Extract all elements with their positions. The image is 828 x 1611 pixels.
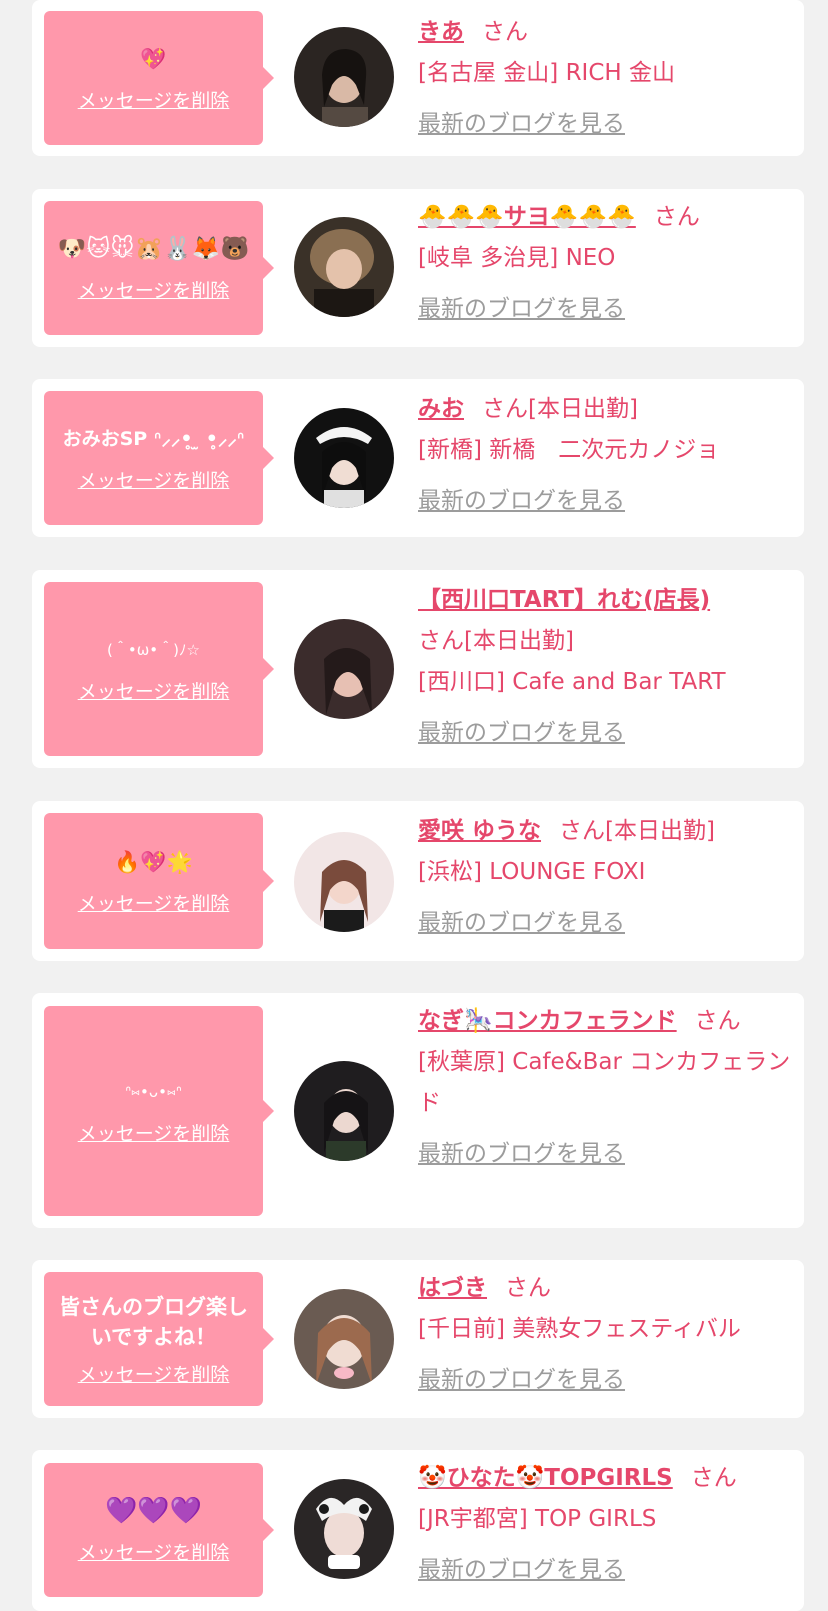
latest-blog-link[interactable]: 最新のブログを見る <box>418 289 625 330</box>
cast-name-link[interactable]: なぎ🎠コンカフェランド <box>418 1008 677 1034</box>
latest-blog-link[interactable]: 最新のブログを見る <box>418 1134 625 1175</box>
name-line: 愛咲 ゆうな さん[本日出勤] <box>418 811 792 852</box>
shop-name: [岐阜 多治見] NEO <box>418 245 616 271</box>
cast-name-link[interactable]: はづき <box>418 1275 487 1301</box>
message-bubble: おみおSP ᐢ⸝⸝•̥ ̫ •̥⸝⸝ᐢ メッセージを削除 <box>44 391 274 525</box>
girl-photo-avatar <box>294 1061 394 1161</box>
name-line: なぎ🎠コンカフェランド さん <box>418 1001 792 1042</box>
message-list: 💖 メッセージを削除 きあ さん [名古屋 金山] RICH 金山 最新のブログを… <box>0 0 828 1611</box>
delete-message-link[interactable]: メッセージを削除 <box>78 466 230 493</box>
avatar[interactable] <box>294 1289 394 1389</box>
delete-message-link[interactable]: メッセージを削除 <box>78 86 230 113</box>
avatar[interactable] <box>294 619 394 719</box>
name-suffix: さん[本日出勤] <box>482 396 638 422</box>
message-card: 💖 メッセージを削除 きあ さん [名古屋 金山] RICH 金山 最新のブログを… <box>32 0 804 156</box>
avatar[interactable] <box>294 408 394 508</box>
girl-photo-avatar <box>294 217 394 317</box>
name-suffix: さん[本日出勤] <box>559 818 715 844</box>
girl-photo-avatar <box>294 27 394 127</box>
name-line: きあ さん <box>418 12 792 53</box>
message-text: 🔥💖🌟 <box>114 849 193 874</box>
cast-info: 🤡ひなた🤡TOPGIRLS さん [JR宇都宮] TOP GIRLS 最新のブログ… <box>418 1458 792 1591</box>
message-card: 🐶🐱🐭🐹🐰🦊🐻 メッセージを削除 🐣🐣🐣サヨ🐣🐣🐣 さん [岐阜 多治見] NEO… <box>32 189 804 347</box>
cast-info: はづき さん [千日前] 美熟女フェスティバル 最新のブログを見る <box>418 1268 792 1401</box>
delete-message-link[interactable]: メッセージを削除 <box>78 677 230 704</box>
shop-name: [千日前] 美熟女フェスティバル <box>418 1316 741 1342</box>
girl-photo-avatar <box>294 619 394 719</box>
message-text: おみおSP ᐢ⸝⸝•̥ ̫ •̥⸝⸝ᐢ <box>62 427 245 450</box>
name-suffix: さん <box>482 19 528 45</box>
name-suffix: さん <box>694 1008 741 1034</box>
avatar[interactable] <box>294 832 394 932</box>
name-line: 【西川口TART】れむ(店長) さん[本日出勤] <box>418 580 792 662</box>
cast-info: なぎ🎠コンカフェランド さん [秋葉原] Cafe&Bar コンカフェランド 最新… <box>418 1001 792 1175</box>
girl-photo-avatar <box>294 832 394 932</box>
name-suffix: さん <box>505 1275 551 1301</box>
name-suffix: さん <box>653 204 700 230</box>
delete-message-link[interactable]: メッセージを削除 <box>78 1119 230 1146</box>
delete-message-link[interactable]: メッセージを削除 <box>78 1360 230 1387</box>
girl-photo-avatar <box>294 408 394 508</box>
message-card: 皆さんのブログ楽しいですよね！ メッセージを削除 はづき さん [千日前] 美熟女… <box>32 1260 804 1418</box>
cast-name-link[interactable]: 🐣🐣🐣サヨ🐣🐣🐣 <box>418 204 636 230</box>
cast-info: きあ さん [名古屋 金山] RICH 金山 最新のブログを見る <box>418 12 792 145</box>
cast-info: みお さん[本日出勤] [新橋] 新橋 二次元カノジョ 最新のブログを見る <box>418 389 792 522</box>
message-card: 💜💜💜 メッセージを削除 🤡ひなた🤡TOPGIRLS さん [JR宇都宮] TOP… <box>32 1450 804 1611</box>
cast-name-link[interactable]: 🤡ひなた🤡TOPGIRLS <box>418 1465 673 1491</box>
message-bubble: 皆さんのブログ楽しいですよね！ メッセージを削除 <box>44 1272 274 1406</box>
message-text: 💖 <box>140 46 167 71</box>
cast-name-link[interactable]: みお <box>418 396 464 422</box>
name-suffix: さん[本日出勤] <box>418 628 574 654</box>
delete-message-link[interactable]: メッセージを削除 <box>78 276 230 303</box>
avatar[interactable] <box>294 1479 394 1579</box>
cast-info: 愛咲 ゆうな さん[本日出勤] [浜松] LOUNGE FOXI 最新のブログを見… <box>418 811 792 944</box>
shop-name: [浜松] LOUNGE FOXI <box>418 859 646 885</box>
shop-name: [西川口] Cafe and Bar TART <box>418 669 726 695</box>
message-text: 皆さんのブログ楽しいですよね！ <box>59 1294 248 1349</box>
cast-info: 【西川口TART】れむ(店長) さん[本日出勤] [西川口] Cafe and B… <box>418 580 792 754</box>
girl-photo-avatar <box>294 1479 394 1579</box>
name-line: みお さん[本日出勤] <box>418 389 792 430</box>
avatar[interactable] <box>294 27 394 127</box>
message-bubble: 🔥💖🌟 メッセージを削除 <box>44 813 274 949</box>
shop-name: [秋葉原] Cafe&Bar コンカフェランド <box>418 1049 791 1116</box>
message-bubble: 🐶🐱🐭🐹🐰🦊🐻 メッセージを削除 <box>44 201 274 335</box>
name-line: 🐣🐣🐣サヨ🐣🐣🐣 さん <box>418 197 792 238</box>
message-bubble: 💜💜💜 メッセージを削除 <box>44 1463 274 1597</box>
latest-blog-link[interactable]: 最新のブログを見る <box>418 1360 625 1401</box>
message-card: (＾•ω•＾)ﾉ☆ メッセージを削除 【西川口TART】れむ(店長) さん[本日出… <box>32 570 804 768</box>
name-line: はづき さん <box>418 1268 792 1309</box>
message-text: 🐶🐱🐭🐹🐰🦊🐻 <box>57 235 250 262</box>
shop-name: [新橋] 新橋 二次元カノジョ <box>418 437 720 463</box>
message-text: (＾•ω•＾)ﾉ☆ <box>107 640 200 659</box>
delete-message-link[interactable]: メッセージを削除 <box>78 1538 230 1565</box>
latest-blog-link[interactable]: 最新のブログを見る <box>418 903 625 944</box>
message-text: ᐢ⑅•ᴗ•⑅ᐢ <box>125 1082 182 1101</box>
shop-name: [名古屋 金山] RICH 金山 <box>418 60 675 86</box>
cast-name-link[interactable]: 【西川口TART】れむ(店長) <box>418 587 710 613</box>
latest-blog-link[interactable]: 最新のブログを見る <box>418 1550 625 1591</box>
avatar[interactable] <box>294 217 394 317</box>
message-text: 💜💜💜 <box>104 1495 203 1526</box>
name-suffix: さん <box>690 1465 737 1491</box>
message-bubble: 💖 メッセージを削除 <box>44 11 274 145</box>
message-card: おみおSP ᐢ⸝⸝•̥ ̫ •̥⸝⸝ᐢ メッセージを削除 みお さん[本日出勤] … <box>32 379 804 537</box>
latest-blog-link[interactable]: 最新のブログを見る <box>418 713 625 754</box>
latest-blog-link[interactable]: 最新のブログを見る <box>418 481 625 522</box>
shop-name: [JR宇都宮] TOP GIRLS <box>418 1506 657 1532</box>
name-line: 🤡ひなた🤡TOPGIRLS さん <box>418 1458 792 1499</box>
message-card: ᐢ⑅•ᴗ•⑅ᐢ メッセージを削除 なぎ🎠コンカフェランド さん [秋葉原] Caf… <box>32 993 804 1228</box>
cast-name-link[interactable]: きあ <box>418 19 464 45</box>
cast-info: 🐣🐣🐣サヨ🐣🐣🐣 さん [岐阜 多治見] NEO 最新のブログを見る <box>418 197 792 330</box>
message-bubble: (＾•ω•＾)ﾉ☆ メッセージを削除 <box>44 582 274 756</box>
latest-blog-link[interactable]: 最新のブログを見る <box>418 104 625 145</box>
message-bubble: ᐢ⑅•ᴗ•⑅ᐢ メッセージを削除 <box>44 1006 274 1216</box>
girl-photo-avatar <box>294 1289 394 1389</box>
delete-message-link[interactable]: メッセージを削除 <box>78 889 230 916</box>
avatar[interactable] <box>294 1061 394 1161</box>
message-card: 🔥💖🌟 メッセージを削除 愛咲 ゆうな さん[本日出勤] [浜松] LOUNGE … <box>32 801 804 961</box>
cast-name-link[interactable]: 愛咲 ゆうな <box>418 818 541 844</box>
